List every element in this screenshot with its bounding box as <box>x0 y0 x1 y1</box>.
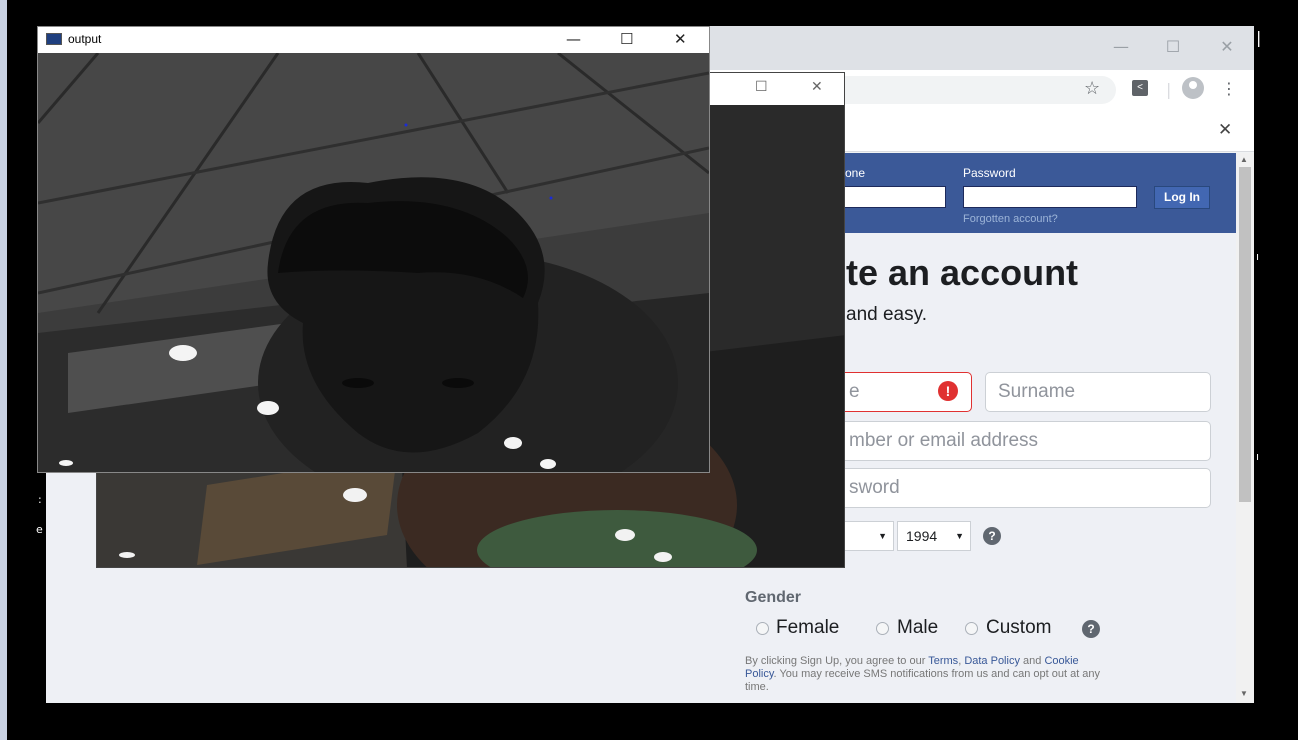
background-text-fragment: ı <box>1256 250 1260 263</box>
birthday-year-value: 1994 <box>906 528 938 544</box>
signup-heading: te an account <box>846 252 1079 293</box>
output-window: output — ☐ ✕ <box>37 26 710 473</box>
page-scrollbar[interactable]: ▲ ▼ <box>1236 153 1254 703</box>
background-text-fragment: e <box>36 523 43 536</box>
scroll-thumb[interactable] <box>1239 167 1251 502</box>
minimize-button[interactable]: — <box>1106 36 1136 58</box>
gender-help-icon[interactable]: ? <box>1082 620 1100 638</box>
extension-icon[interactable]: < <box>1132 80 1148 96</box>
close-button[interactable]: ✕ <box>811 79 823 95</box>
surname-input[interactable]: Surname <box>985 372 1211 412</box>
minimize-button[interactable]: — <box>566 30 581 48</box>
gender-title: Gender <box>745 589 802 606</box>
camera-feed-image <box>38 53 709 472</box>
terms-link[interactable]: Terms <box>928 655 958 667</box>
terms-suffix: . You may receive SMS notifications from… <box>745 668 1101 693</box>
close-button[interactable]: ✕ <box>1212 36 1242 58</box>
password-label: Password <box>963 166 1016 180</box>
background-text-fragment: : <box>38 493 42 506</box>
gender-label-custom: Custom <box>986 617 1052 638</box>
background-window-edge <box>0 0 7 740</box>
login-password-input[interactable] <box>963 186 1137 208</box>
forgotten-account-link[interactable]: Forgotten account? <box>963 213 1058 225</box>
output-window-titlebar: output — ☐ ✕ <box>38 27 709 53</box>
error-icon: ! <box>938 381 958 401</box>
scroll-down-icon[interactable]: ▼ <box>1240 689 1248 698</box>
gender-label-female: Female <box>776 617 840 638</box>
contact-input[interactable]: mber or email address <box>806 421 1211 461</box>
profile-avatar-icon[interactable] <box>1182 77 1204 99</box>
maximize-button[interactable]: ☐ <box>620 30 633 48</box>
window-title: output <box>68 32 102 46</box>
maximize-button[interactable]: ☐ <box>755 79 768 95</box>
login-email-input[interactable] <box>836 186 946 208</box>
gender-radio-female[interactable] <box>756 622 769 635</box>
bookmark-star-icon[interactable]: ☆ <box>1084 78 1100 99</box>
signup-subheading: and easy. <box>846 304 927 325</box>
new-password-input[interactable]: sword <box>806 468 1211 508</box>
background-text-fragment: | <box>1256 28 1262 47</box>
email-label: one <box>845 166 866 180</box>
terms-text: By clicking Sign Up, you agree to our Te… <box>745 655 1105 694</box>
maximize-button[interactable]: ☐ <box>1158 36 1188 58</box>
surname-placeholder: Surname <box>998 381 1076 402</box>
infobar-close-icon[interactable]: ✕ <box>1218 120 1232 140</box>
terms-prefix: By clicking Sign Up, you agree to our <box>745 655 929 667</box>
login-button[interactable]: Log In <box>1154 186 1210 209</box>
birthday-help-icon[interactable]: ? <box>983 527 1001 545</box>
contact-placeholder: mber or email address <box>849 430 1039 451</box>
gender-radio-male[interactable] <box>876 622 889 635</box>
birthday-year-select[interactable]: 1994 ▼ <box>897 521 971 551</box>
menu-kebab-icon[interactable]: ⋮ <box>1221 79 1237 98</box>
gender-radio-custom[interactable] <box>965 622 978 635</box>
terms-and: and <box>1019 655 1042 667</box>
background-text-fragment: ı <box>1256 450 1260 463</box>
desktop: : e ı ı | — ☐ ✕ ☆ < | ⋮ ✕ one Password L… <box>0 0 1298 740</box>
chevron-down-icon: ▼ <box>955 531 964 541</box>
toolbar-divider: | <box>1166 80 1172 99</box>
chevron-down-icon: ▼ <box>878 531 887 541</box>
camera-feed <box>38 53 709 472</box>
data-policy-link[interactable]: Data Policy <box>964 655 1020 667</box>
scroll-up-icon[interactable]: ▲ <box>1240 155 1248 164</box>
app-window-icon <box>46 33 62 45</box>
gender-label-male: Male <box>897 617 939 638</box>
close-button[interactable]: ✕ <box>674 30 687 48</box>
